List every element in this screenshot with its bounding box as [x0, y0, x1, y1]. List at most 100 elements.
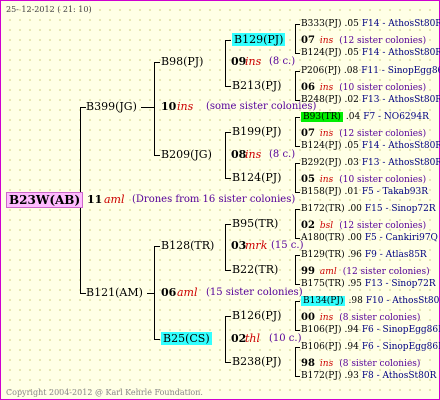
gen3-queen[interactable]: B128(TR) — [161, 240, 214, 252]
gen3-ins: thl — [245, 332, 261, 345]
gen5-ins: ins — [319, 359, 334, 369]
gen5-queen-row[interactable]: B248(PJ) .02 F13 - AthosSt80R — [301, 94, 440, 106]
gen2-queen-lower[interactable]: B121(AM) — [86, 287, 143, 299]
gen5-queen-row[interactable]: A180(TR) .00 F5 - Cankiri97Q — [301, 232, 438, 244]
gen5-queen-name: B124(PJ) — [301, 141, 342, 151]
connector-line — [154, 155, 160, 156]
gen5-queen-row[interactable]: B158(PJ) .01 F5 - Takab93R — [301, 186, 428, 198]
gen5-year: .03 — [344, 158, 359, 168]
gen5-year: .05 — [344, 141, 359, 151]
gen5-number: 02 — [301, 220, 315, 231]
connector-line — [154, 62, 155, 155]
connector-line — [225, 132, 226, 178]
gen3-ins: mrk — [245, 239, 268, 252]
gen5-queen-row[interactable]: B292(PJ) .03 F13 - AthosSt80R — [301, 157, 440, 169]
connector-line — [295, 71, 300, 72]
connector-line — [295, 301, 300, 302]
gen5-mating-row: 02 bsl (12 sister colonies) — [301, 220, 426, 232]
root-queen[interactable]: B23W(AB) — [6, 192, 84, 208]
gen5-year: .93 — [344, 371, 359, 381]
connector-line — [154, 62, 160, 63]
connector-line — [295, 330, 300, 331]
gen5-queen-row[interactable]: B172(TR) .00 F15 - Sinop72R — [301, 203, 436, 215]
gen1-number: 11 — [87, 193, 103, 206]
gen5-note: (10 sister colonies) — [339, 175, 427, 185]
gen5-year: .94 — [344, 342, 359, 352]
connector-line — [295, 238, 300, 239]
gen5-code: F15 - Sinop72R — [364, 204, 436, 214]
copyright-footer: Copyright 2004-2012 @ Karl Kehrle Founda… — [6, 388, 203, 397]
gen3-ins: ins — [245, 148, 262, 161]
gen5-year: .00 — [347, 233, 362, 243]
gen5-queen-row[interactable]: P206(PJ).08F11 - SinopEgg86R — [301, 65, 440, 77]
gen5-year: .94 — [344, 325, 359, 335]
connector-line — [225, 316, 231, 317]
gen5-queen-name: P206(PJ) — [301, 66, 341, 76]
gen4-queen[interactable]: B124(PJ) — [232, 172, 281, 184]
gen3-queen[interactable]: B209(JG) — [161, 149, 212, 161]
gen3-note: (8 c.) — [269, 149, 296, 160]
gen5-queen-row[interactable]: B124(PJ) .05 F14 - AthosSt80R — [301, 47, 440, 59]
gen4-queen[interactable]: B238(PJ) — [232, 356, 281, 368]
connector-line — [295, 146, 300, 147]
gen5-queen-row[interactable]: B129(TR) .96 F9 - Atlas85R — [301, 249, 427, 261]
gen5-mating-row: 00 ins (8 sister colonies) — [301, 312, 420, 324]
connector-line — [225, 132, 231, 133]
connector-line — [225, 270, 231, 271]
gen1-note: (Drones from 16 sister colonies) — [132, 194, 296, 205]
gen5-number: 00 — [301, 312, 315, 323]
connector-line — [295, 163, 296, 192]
gen4-queen[interactable]: B213(PJ) — [232, 80, 281, 92]
date-header: 25- 12-2012 ( 21: 10) — [6, 5, 92, 14]
gen3-note: (8 c.) — [269, 56, 296, 67]
gen5-queen-row[interactable]: B106(PJ) .94 F6 - SinopEgg86R — [301, 341, 440, 353]
gen5-queen-row[interactable]: B175(TR) .95 F13 - Sinop72R — [301, 278, 436, 290]
gen4-queen[interactable]: B199(PJ) — [232, 126, 281, 138]
gen1-ins: aml — [104, 193, 125, 206]
gen5-queen-row[interactable]: B124(PJ) .05 F14 - AthosSt80R — [301, 140, 440, 152]
gen5-mating-row: 07 ins (12 sister colonies) — [301, 128, 426, 140]
connector-line — [147, 293, 155, 294]
gen5-note: (8 sister colonies) — [339, 359, 421, 369]
gen3-queen[interactable]: B25(CS) — [161, 332, 212, 345]
gen5-ins: bsl — [319, 221, 334, 231]
gen2-number: 06 — [161, 286, 177, 299]
gen5-queen-row[interactable]: B134(PJ) .98 F10 - AthosSt80R — [301, 295, 440, 307]
gen5-queen-name: B172(PJ) — [301, 371, 342, 381]
connector-line — [295, 376, 300, 377]
gen5-queen-row[interactable]: B333(PJ) .05 F14 - AthosSt80R — [301, 18, 440, 30]
gen4-queen[interactable]: B22(TR) — [232, 264, 278, 276]
connector-line — [295, 24, 296, 53]
gen5-number: 98 — [301, 358, 315, 369]
gen2-queen-upper[interactable]: B399(JG) — [86, 101, 137, 113]
gen5-queen-row[interactable]: B172(PJ) .93 F8 - AthosSt80R — [301, 370, 436, 382]
gen5-year: .98 — [348, 296, 363, 306]
gen5-year: .02 — [344, 95, 359, 105]
gen5-code: F6 - SinopEgg86R — [361, 325, 440, 335]
gen5-queen-name: A180(TR) — [301, 233, 345, 243]
connector-line — [295, 71, 296, 100]
gen5-mating-row: 07 ins (12 sister colonies) — [301, 35, 426, 47]
gen4-queen[interactable]: B129(PJ) — [232, 33, 286, 46]
connector-line — [225, 40, 226, 86]
gen5-note: (12 sister colonies) — [339, 36, 427, 46]
connector-line — [295, 347, 300, 348]
gen5-queen-row[interactable]: B93(TR) .04 F7 - NO6294R — [301, 111, 429, 123]
gen5-ins: ins — [319, 83, 334, 93]
gen3-queen[interactable]: B98(PJ) — [161, 56, 203, 68]
connector-line — [295, 255, 296, 284]
gen5-mating-row: 99 aml (12 sister colonies) — [301, 266, 430, 278]
gen5-queen-name: B158(PJ) — [301, 187, 342, 197]
gen5-ins: ins — [319, 36, 334, 46]
gen5-note: (12 sister colonies) — [339, 129, 427, 139]
gen4-queen[interactable]: B126(PJ) — [232, 310, 281, 322]
connector-line — [225, 178, 231, 179]
gen5-year: .05 — [344, 19, 359, 29]
gen5-queen-name: B106(PJ) — [301, 325, 342, 335]
gen5-mating-row: 05 ins (10 sister colonies) — [301, 174, 426, 186]
gen4-queen[interactable]: B95(TR) — [232, 218, 278, 230]
connector-line — [225, 224, 231, 225]
connector-line — [295, 301, 296, 330]
gen5-queen-row[interactable]: B106(PJ) .94 F6 - SinopEgg86R — [301, 324, 440, 336]
connector-line — [141, 107, 155, 108]
